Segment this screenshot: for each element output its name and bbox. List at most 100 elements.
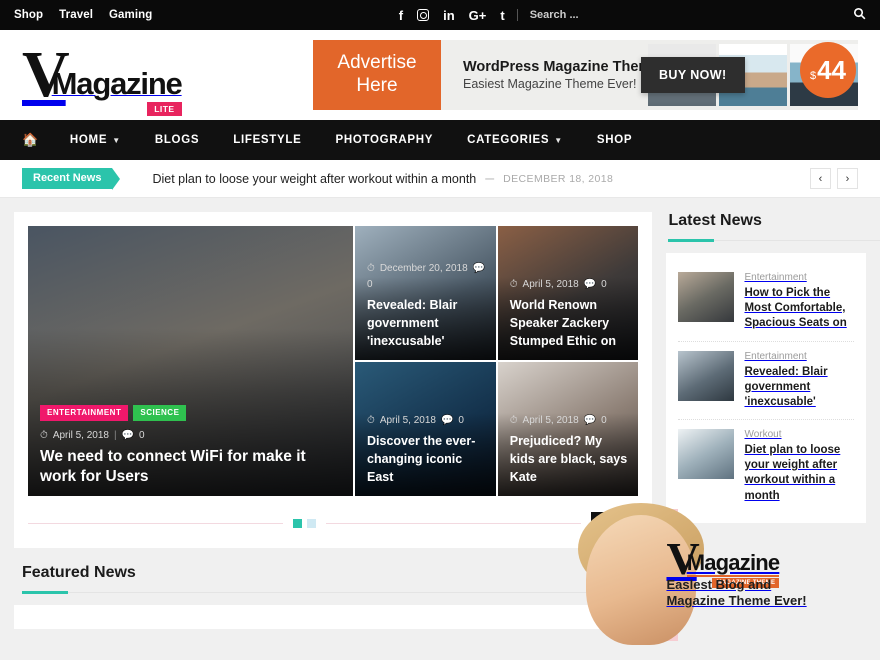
promo-tagline-line-2: Magazine Theme Ever! bbox=[666, 593, 807, 609]
latest-news-title: Latest News bbox=[668, 212, 762, 229]
header-ad-banner[interactable]: Advertise Here WordPress Magazine Theme … bbox=[313, 40, 858, 110]
hero-article-2-comments: 0 bbox=[601, 279, 607, 290]
promo-tagline-line-1: Easlest Blog and bbox=[666, 576, 772, 592]
category-badge-entertainment[interactable]: ENTERTAINMENT bbox=[40, 405, 129, 422]
hero-featured-metaline: ⏱ April 5, 2018 | 💬 0 bbox=[40, 430, 343, 441]
advertise-line-2: Here bbox=[356, 75, 398, 96]
latest-news-title-2: Revealed: Blair government 'inexcusable' bbox=[744, 365, 828, 408]
price-badge: $ 44 bbox=[800, 42, 856, 98]
hero-article-3-date: April 5, 2018 bbox=[379, 415, 436, 426]
hero-article-2-meta: ⏱ April 5, 2018 💬 0 World Renown Speaker… bbox=[510, 279, 629, 350]
list-item[interactable]: Workout Diet plan to loose your weight a… bbox=[678, 419, 854, 513]
promo-logo: V Magazine MAGAZINE THEME bbox=[666, 535, 866, 588]
site-logo[interactable]: V Magazine LITE bbox=[22, 41, 202, 116]
price-amount: 44 bbox=[817, 55, 847, 85]
featured-news-heading: Featured News bbox=[14, 564, 652, 594]
hero-article-4-comments: 0 bbox=[601, 415, 607, 426]
social-links: f in G+ t bbox=[399, 9, 505, 22]
slider-dot-1[interactable] bbox=[293, 518, 303, 528]
hero-article-1-comments: 0 bbox=[367, 279, 373, 290]
hero-article-3-comments: 0 bbox=[458, 415, 464, 426]
search-input[interactable] bbox=[529, 9, 620, 21]
facebook-icon[interactable]: f bbox=[399, 9, 403, 22]
hero-article-2-metaline: ⏱ April 5, 2018 💬 0 bbox=[510, 279, 629, 290]
hero-featured-article[interactable]: ENTERTAINMENT SCIENCE ⏱ April 5, 2018 | … bbox=[28, 226, 353, 496]
promo-wordmark: Magazine bbox=[686, 549, 780, 575]
topbar-link-gaming[interactable]: Gaming bbox=[109, 9, 152, 21]
hero-article-4-title: Prejudiced? My kids are black, says Kate bbox=[509, 434, 628, 484]
topbar-link-shop[interactable]: Shop bbox=[14, 9, 43, 21]
featured-news-underline bbox=[22, 591, 648, 594]
slider-footer: ‹ › bbox=[28, 512, 639, 534]
ticker-headline[interactable]: Diet plan to loose your weight after wor… bbox=[152, 172, 476, 186]
clock-icon: ⏱ bbox=[509, 279, 518, 290]
hero-article-4[interactable]: ⏱ April 5, 2018 💬 0 Prejudiced? My kids … bbox=[497, 362, 639, 496]
latest-news-underline bbox=[668, 239, 880, 242]
meta-divider: | bbox=[113, 430, 117, 442]
hero-article-3-metaline: ⏱ April 5, 2018 💬 0 bbox=[367, 415, 486, 426]
list-item[interactable]: Entertainment How to Pick the Most Comfo… bbox=[678, 263, 854, 341]
price-currency: $ bbox=[809, 70, 817, 82]
latest-news-text-3: Workout Diet plan to loose your weight a… bbox=[744, 429, 854, 504]
ad-body: WordPress Magazine Theme Easiest Magazin… bbox=[441, 40, 858, 110]
search-icon[interactable] bbox=[853, 7, 866, 23]
comment-icon: 💬 bbox=[583, 415, 597, 426]
nav-label-blogs: BLOGS bbox=[154, 134, 200, 146]
content-area: ENTERTAINMENT SCIENCE ⏱ April 5, 2018 | … bbox=[0, 198, 880, 645]
nav-item-shop[interactable]: SHOP bbox=[580, 120, 649, 160]
logo-lite-badge: LITE bbox=[147, 101, 182, 116]
ticker-navigation: ‹ › bbox=[810, 168, 858, 189]
hero-article-1[interactable]: ⏱ December 20, 2018 💬 0 Revealed: Blair … bbox=[355, 226, 496, 360]
ticker-date: DECEMBER 18, 2018 bbox=[503, 172, 614, 185]
comment-icon: 💬 bbox=[440, 415, 454, 426]
hero-featured-comments: 0 bbox=[139, 430, 145, 442]
hero-article-1-metaline: ⏱ December 20, 2018 💬 0 bbox=[367, 263, 486, 290]
latest-news-text-1: Entertainment How to Pick the Most Comfo… bbox=[744, 272, 854, 332]
ticker-prev-button[interactable]: ‹ bbox=[810, 168, 831, 189]
category-badge-science[interactable]: SCIENCE bbox=[133, 405, 187, 422]
latest-news-card: Entertainment How to Pick the Most Comfo… bbox=[666, 253, 866, 523]
sidebar-promo-banner[interactable]: V Magazine MAGAZINE THEME Easlest Blog a… bbox=[578, 502, 866, 645]
topbar-link-travel[interactable]: Travel bbox=[59, 9, 93, 21]
latest-news-title-3: Diet plan to loose your weight after wor… bbox=[744, 444, 841, 502]
nav-item-photography[interactable]: PHOTOGRAPHY bbox=[319, 120, 451, 160]
latest-news-title-1: How to Pick the Most Comfortable, Spacio… bbox=[744, 287, 847, 330]
slider-pagination bbox=[283, 518, 326, 528]
tumblr-icon[interactable]: t bbox=[500, 9, 504, 22]
buy-now-button[interactable]: BUY NOW! bbox=[641, 57, 745, 93]
advertise-here-block[interactable]: Advertise Here bbox=[313, 40, 441, 110]
nav-item-lifestyle[interactable]: LIFESTYLE bbox=[216, 120, 318, 160]
hero-article-1-title: Revealed: Blair government 'inexcusable' bbox=[367, 298, 458, 348]
latest-news-thumb-1 bbox=[678, 272, 735, 322]
nav-item-blogs[interactable]: BLOGS bbox=[138, 120, 216, 160]
hero-article-3[interactable]: ⏱ April 5, 2018 💬 0 Discover the ever-ch… bbox=[355, 362, 496, 496]
hero-featured-badges: ENTERTAINMENT SCIENCE bbox=[40, 405, 343, 422]
nav-item-home[interactable]: HOME ▼ bbox=[53, 120, 138, 160]
clock-icon: ⏱ bbox=[509, 415, 518, 426]
top-bar-right: f in G+ t bbox=[152, 7, 866, 23]
hero-article-2[interactable]: ⏱ April 5, 2018 💬 0 World Renown Speaker… bbox=[497, 226, 639, 360]
home-icon[interactable]: 🏠 bbox=[22, 120, 53, 160]
hero-article-1-meta: ⏱ December 20, 2018 💬 0 Revealed: Blair … bbox=[367, 263, 486, 350]
ad-headline: WordPress Magazine Theme bbox=[463, 59, 660, 75]
instagram-icon[interactable] bbox=[417, 9, 430, 21]
latest-news-text-2: Entertainment Revealed: Blair government… bbox=[744, 351, 854, 411]
hero-article-3-title: Discover the ever-changing iconic East bbox=[367, 434, 476, 484]
latest-news-thumb-3 bbox=[678, 429, 735, 480]
ticker-badge: Recent News bbox=[22, 168, 122, 190]
slider-dot-2[interactable] bbox=[307, 518, 317, 528]
nav-label-lifestyle: LIFESTYLE bbox=[233, 134, 302, 146]
chevron-down-icon: ▼ bbox=[554, 135, 563, 145]
hero-featured-meta: ENTERTAINMENT SCIENCE ⏱ April 5, 2018 | … bbox=[40, 405, 343, 486]
comment-icon: 💬 bbox=[121, 430, 135, 442]
linkedin-icon[interactable]: in bbox=[443, 9, 455, 22]
featured-news-panel bbox=[14, 605, 653, 629]
featured-news-title: Featured News bbox=[22, 564, 136, 581]
list-item[interactable]: Entertainment Revealed: Blair government… bbox=[678, 340, 854, 420]
ticker-next-button[interactable]: › bbox=[837, 168, 858, 189]
googleplus-icon[interactable]: G+ bbox=[469, 9, 487, 22]
sidebar: Latest News Entertainment How to Pick th… bbox=[578, 212, 880, 645]
nav-item-categories[interactable]: CATEGORIES ▼ bbox=[450, 120, 580, 160]
latest-news-thumb-2 bbox=[678, 350, 735, 401]
advertise-line-1: Advertise bbox=[337, 52, 417, 74]
